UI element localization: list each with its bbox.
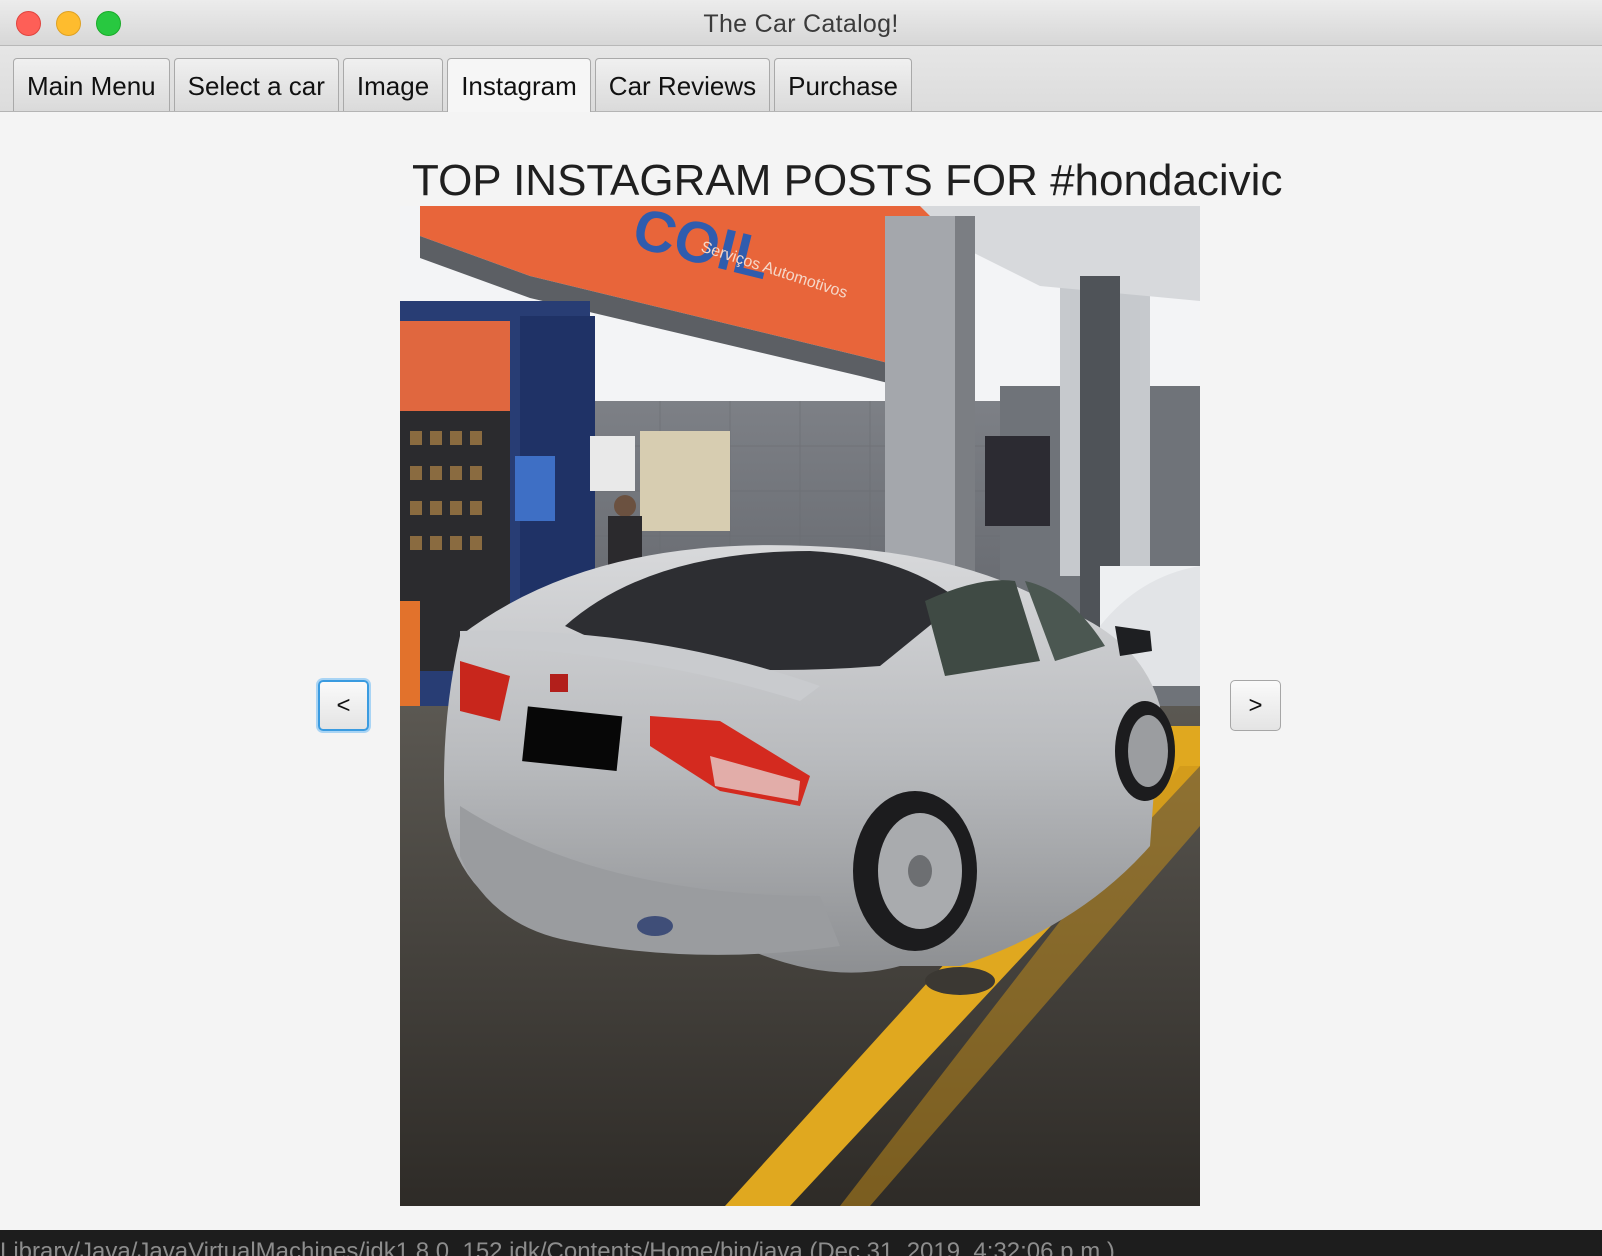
tab-image[interactable]: Image <box>342 58 444 111</box>
title-bar[interactable]: The Car Catalog! <box>0 0 1602 46</box>
window-title: The Car Catalog! <box>703 10 899 38</box>
previous-post-button[interactable]: < <box>318 680 369 731</box>
tab-bar: Main Menu Select a car Image Instagram C… <box>0 46 1602 112</box>
tab-instagram[interactable]: Instagram <box>447 58 591 112</box>
instagram-panel: TOP INSTAGRAM POSTS FOR #hondacivic < > <box>0 112 1602 1230</box>
status-text: Library/Java/JavaVirtualMachines/jdk1.8.… <box>0 1238 1115 1256</box>
instagram-post-image: COIL Serviços Automotivos <box>400 206 1200 1206</box>
tab-main-menu[interactable]: Main Menu <box>13 58 170 111</box>
app-window: The Car Catalog! Main Menu Select a car … <box>0 0 1602 1256</box>
tab-select-a-car[interactable]: Select a car <box>173 58 339 111</box>
status-bar: Library/Java/JavaVirtualMachines/jdk1.8.… <box>0 1230 1602 1256</box>
page-title: TOP INSTAGRAM POSTS FOR #hondacivic <box>412 156 1283 205</box>
next-post-button[interactable]: > <box>1230 680 1281 731</box>
tab-purchase[interactable]: Purchase <box>774 58 913 111</box>
tab-car-reviews[interactable]: Car Reviews <box>594 58 771 111</box>
